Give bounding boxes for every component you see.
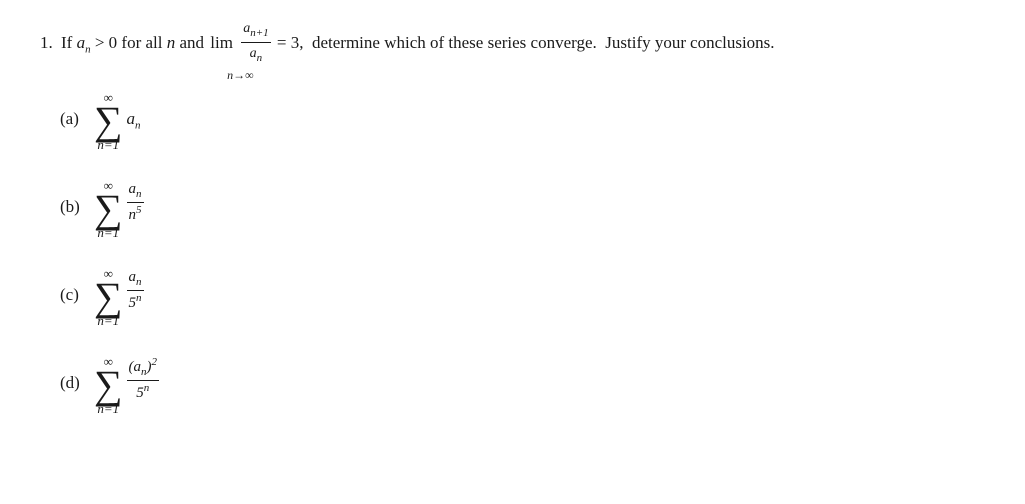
conclusions-text: conclusions.: [690, 29, 775, 56]
and-text: and: [179, 29, 208, 56]
limit-expression: lim an+1 an n→∞: [210, 18, 270, 81]
part-b-label: (b): [60, 179, 88, 217]
part-d-term: (an)2 5n: [127, 355, 160, 404]
part-c: (c) ∞ ∑ n=1 an 5n: [60, 267, 985, 327]
part-a-label: (a): [60, 91, 88, 129]
page-content: 1. If an > 0 for all n and lim an+1 an n…: [0, 0, 1025, 504]
part-b-sigma: ∞ ∑ n=1: [94, 179, 123, 239]
part-a: (a) ∞ ∑ n=1 an: [60, 91, 985, 151]
part-c-label: (c): [60, 267, 88, 305]
part-b-term: an n5: [127, 179, 144, 226]
part-d: (d) ∞ ∑ n=1 (an)2 5n: [60, 355, 985, 415]
equals-3-text: = 3, determine which of these series con…: [273, 29, 686, 56]
problem-number: 1.: [40, 29, 53, 56]
part-b: (b) ∞ ∑ n=1 an n5: [60, 179, 985, 239]
part-d-label: (d): [60, 355, 88, 393]
part-c-sigma: ∞ ∑ n=1: [94, 267, 123, 327]
parts-container: (a) ∞ ∑ n=1 an (b) ∞ ∑ n=1 an n5 (c): [40, 91, 985, 415]
part-c-term: an 5n: [127, 267, 144, 314]
part-a-term: an: [127, 91, 141, 131]
part-a-sigma: ∞ ∑ n=1: [94, 91, 123, 151]
if-text: If an > 0 for all n: [57, 29, 180, 59]
problem-statement: 1. If an > 0 for all n and lim an+1 an n…: [40, 18, 985, 81]
part-d-sigma: ∞ ∑ n=1: [94, 355, 123, 415]
